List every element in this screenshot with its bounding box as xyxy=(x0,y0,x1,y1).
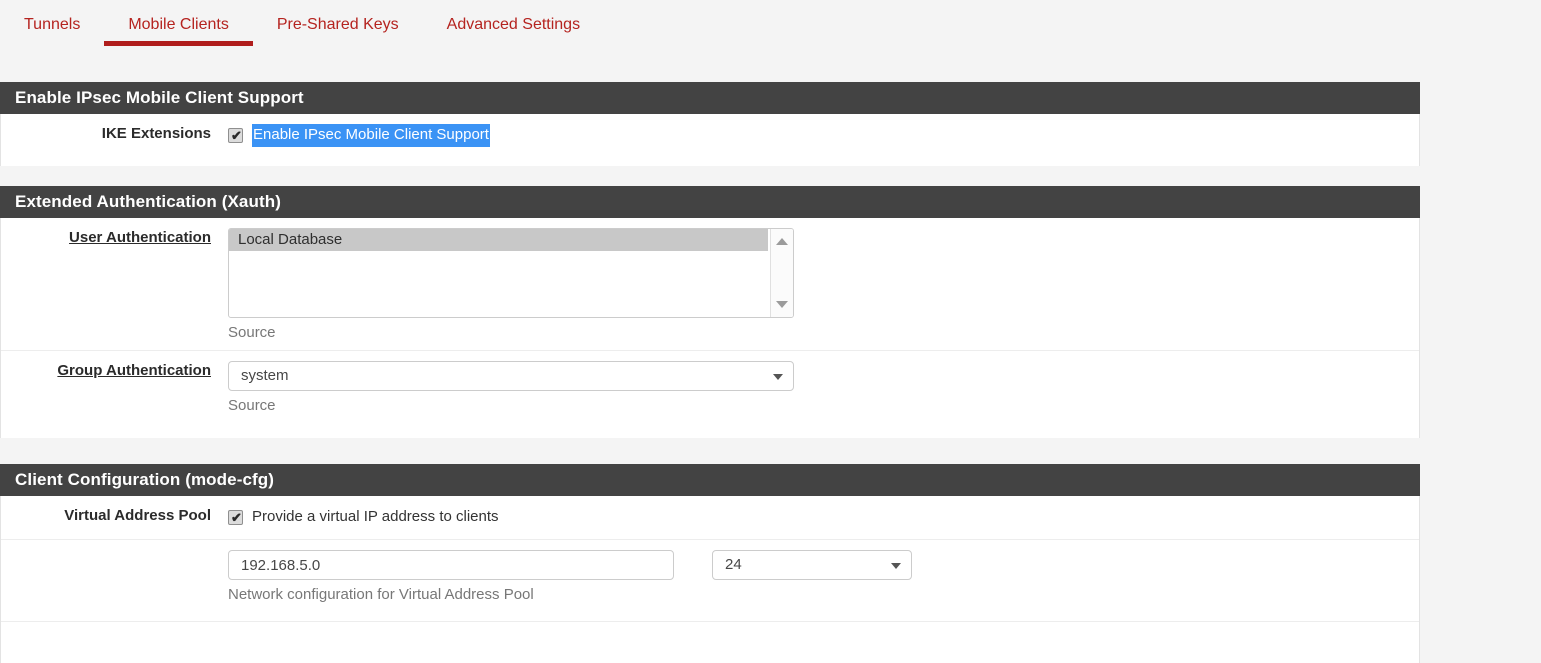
field-virtual-address-pool-network: 24 Network configuration for Virtual Add… xyxy=(228,540,1419,613)
help-user-authentication-source: Source xyxy=(228,324,276,341)
network-and-mask-group: 24 xyxy=(228,550,1419,580)
field-virtual-address-pool-toggle: ✔ Provide a virtual IP address to client… xyxy=(228,496,1419,538)
panel-enable-ipsec-mobile-client-support: Enable IPsec Mobile Client Support IKE E… xyxy=(0,82,1420,166)
tab-tunnels-label: Tunnels xyxy=(24,16,81,33)
virtual-address-pool-network-input[interactable] xyxy=(228,550,674,580)
help-virtual-address-pool-network: Network configuration for Virtual Addres… xyxy=(228,586,534,603)
panel-body-xauth: User Authentication Local Database Sourc… xyxy=(0,218,1420,438)
ipsec-mobile-clients-page: Tunnels Mobile Clients Pre-Shared Keys A… xyxy=(0,0,1541,663)
group-authentication-selected-value: system xyxy=(241,367,289,384)
provide-virtual-ip-checkbox[interactable]: ✔ xyxy=(228,509,243,525)
checkmark-icon: ✔ xyxy=(231,127,242,143)
panel-heading-enable-support: Enable IPsec Mobile Client Support xyxy=(0,82,1420,114)
tab-advanced-settings-label: Advanced Settings xyxy=(446,16,581,33)
list-item[interactable]: Local Database xyxy=(229,229,768,251)
virtual-address-pool-mask-select[interactable]: 24 xyxy=(712,550,912,580)
field-user-authentication: Local Database Source xyxy=(228,218,1419,351)
label-virtual-address-pool: Virtual Address Pool xyxy=(64,507,211,524)
user-authentication-listbox[interactable]: Local Database xyxy=(228,228,794,318)
panel-body-client-configuration: Virtual Address Pool ✔ Provide a virtual… xyxy=(0,496,1420,663)
tab-advanced-settings[interactable]: Advanced Settings xyxy=(423,0,604,40)
checkmark-icon: ✔ xyxy=(231,509,242,525)
tab-tunnels[interactable]: Tunnels xyxy=(0,0,104,40)
label-group-authentication: Group Authentication xyxy=(1,351,228,379)
form-row-group-authentication: Group Authentication system Source xyxy=(1,351,1419,438)
listbox-scrollbar[interactable] xyxy=(770,229,793,317)
triangle-down-icon[interactable] xyxy=(776,301,788,308)
group-authentication-select[interactable]: system xyxy=(228,361,794,391)
panel-extended-authentication-xauth: Extended Authentication (Xauth) User Aut… xyxy=(0,186,1420,438)
field-ike-extensions: ✔ Enable IPsec Mobile Client Support xyxy=(228,114,1419,156)
enable-mobile-client-support-checkbox[interactable]: ✔ xyxy=(228,127,243,143)
help-group-authentication-source: Source xyxy=(228,397,276,414)
active-tab-indicator xyxy=(104,41,253,46)
form-row-virtual-address-pool-network: 24 Network configuration for Virtual Add… xyxy=(1,540,1419,622)
chevron-down-icon xyxy=(891,563,901,569)
form-row-ike-extensions: IKE Extensions ✔ Enable IPsec Mobile Cli… xyxy=(1,114,1419,156)
panel-heading-client-configuration: Client Configuration (mode-cfg) xyxy=(0,464,1420,496)
enable-mobile-client-support-checkbox-label[interactable]: Enable IPsec Mobile Client Support xyxy=(252,123,490,147)
panel-client-configuration-mode-cfg: Client Configuration (mode-cfg) Virtual … xyxy=(0,464,1420,663)
label-virtual-address-pool-network-spacer xyxy=(1,540,228,551)
triangle-up-icon[interactable] xyxy=(776,238,788,245)
label-user-authentication-text: User Authentication xyxy=(69,229,211,246)
provide-virtual-ip-checkbox-label[interactable]: Provide a virtual IP address to clients xyxy=(252,507,499,527)
tab-bar: Tunnels Mobile Clients Pre-Shared Keys A… xyxy=(0,0,1541,78)
tab-mobile-clients[interactable]: Mobile Clients xyxy=(104,0,253,46)
panel-heading-xauth: Extended Authentication (Xauth) xyxy=(0,186,1420,218)
tab-list: Tunnels Mobile Clients Pre-Shared Keys A… xyxy=(0,0,604,55)
tab-pre-shared-keys-label: Pre-Shared Keys xyxy=(276,16,399,33)
label-ike-extensions: IKE Extensions xyxy=(101,125,211,142)
chevron-down-icon xyxy=(773,374,783,380)
field-group-authentication: system Source xyxy=(228,351,1419,424)
checkbox-row-provide-virtual-ip: ✔ Provide a virtual IP address to client… xyxy=(228,504,1419,530)
tab-pre-shared-keys[interactable]: Pre-Shared Keys xyxy=(253,0,423,40)
virtual-address-pool-mask-value: 24 xyxy=(725,556,742,573)
form-row-user-authentication: User Authentication Local Database Sourc… xyxy=(1,218,1419,351)
form-row-virtual-address-pool: Virtual Address Pool ✔ Provide a virtual… xyxy=(1,496,1419,540)
tab-mobile-clients-label: Mobile Clients xyxy=(128,16,229,33)
label-group-authentication-text: Group Authentication xyxy=(57,362,211,379)
checkbox-row-enable-mobile-support: ✔ Enable IPsec Mobile Client Support xyxy=(228,122,1419,148)
label-user-authentication: User Authentication xyxy=(1,218,228,246)
panel-body-enable-support: IKE Extensions ✔ Enable IPsec Mobile Cli… xyxy=(0,114,1420,166)
